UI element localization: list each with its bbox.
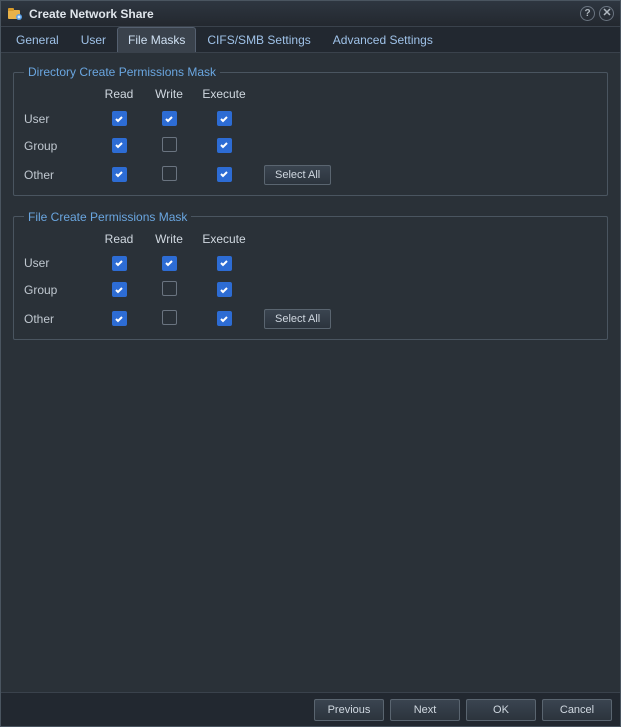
titlebar-buttons: ? (580, 6, 614, 21)
file-permissions-grid: Read Write Execute User Group Other Sele… (24, 232, 597, 330)
titlebar: Create Network Share ? (1, 1, 620, 27)
file-user-execute-checkbox[interactable] (217, 256, 232, 271)
dir-group-read-checkbox[interactable] (112, 138, 127, 153)
directory-permissions-grid: Read Write Execute User Group Other Sele… (24, 87, 597, 185)
tab-file-masks[interactable]: File Masks (117, 27, 196, 52)
ok-button[interactable]: OK (466, 699, 536, 721)
dir-group-write-checkbox[interactable] (162, 137, 177, 152)
col-header-write: Write (144, 232, 194, 246)
tab-content: Directory Create Permissions Mask Read W… (1, 53, 620, 692)
file-group-write-checkbox[interactable] (162, 281, 177, 296)
dir-user-write-checkbox[interactable] (162, 111, 177, 126)
tabbar: General User File Masks CIFS/SMB Setting… (1, 27, 620, 53)
col-header-write: Write (144, 87, 194, 101)
row-label-user: User (24, 256, 94, 270)
file-other-read-checkbox[interactable] (112, 311, 127, 326)
file-other-execute-checkbox[interactable] (217, 311, 232, 326)
file-user-read-checkbox[interactable] (112, 256, 127, 271)
col-header-execute: Execute (194, 87, 254, 101)
dir-user-read-checkbox[interactable] (112, 111, 127, 126)
dir-select-all-button[interactable]: Select All (264, 165, 331, 185)
row-label-group: Group (24, 283, 94, 297)
col-header-read: Read (94, 232, 144, 246)
cancel-button[interactable]: Cancel (542, 699, 612, 721)
file-group-read-checkbox[interactable] (112, 282, 127, 297)
help-icon: ? (584, 9, 590, 19)
tab-advanced-settings[interactable]: Advanced Settings (322, 27, 444, 52)
dialog-window: Create Network Share ? General User File… (0, 0, 621, 727)
share-folder-icon (7, 6, 23, 22)
row-label-other: Other (24, 312, 94, 326)
col-header-read: Read (94, 87, 144, 101)
row-label-user: User (24, 112, 94, 126)
file-permissions-legend: File Create Permissions Mask (24, 210, 191, 224)
row-label-group: Group (24, 139, 94, 153)
directory-permissions-group: Directory Create Permissions Mask Read W… (13, 65, 608, 196)
tab-user[interactable]: User (70, 27, 117, 52)
next-button[interactable]: Next (390, 699, 460, 721)
row-label-other: Other (24, 168, 94, 182)
window-title: Create Network Share (29, 7, 580, 21)
close-icon (603, 8, 611, 19)
file-select-all-button[interactable]: Select All (264, 309, 331, 329)
directory-permissions-legend: Directory Create Permissions Mask (24, 65, 220, 79)
col-header-execute: Execute (194, 232, 254, 246)
file-other-write-checkbox[interactable] (162, 310, 177, 325)
file-user-write-checkbox[interactable] (162, 256, 177, 271)
file-group-execute-checkbox[interactable] (217, 282, 232, 297)
dir-group-execute-checkbox[interactable] (217, 138, 232, 153)
help-button[interactable]: ? (580, 6, 595, 21)
file-permissions-group: File Create Permissions Mask Read Write … (13, 210, 608, 341)
tab-general[interactable]: General (5, 27, 70, 52)
close-button[interactable] (599, 6, 614, 21)
tab-cifs-smb-settings[interactable]: CIFS/SMB Settings (196, 27, 321, 52)
dir-other-write-checkbox[interactable] (162, 166, 177, 181)
dialog-footer: Previous Next OK Cancel (1, 692, 620, 726)
dir-other-execute-checkbox[interactable] (217, 167, 232, 182)
dir-user-execute-checkbox[interactable] (217, 111, 232, 126)
previous-button[interactable]: Previous (314, 699, 384, 721)
dir-other-read-checkbox[interactable] (112, 167, 127, 182)
